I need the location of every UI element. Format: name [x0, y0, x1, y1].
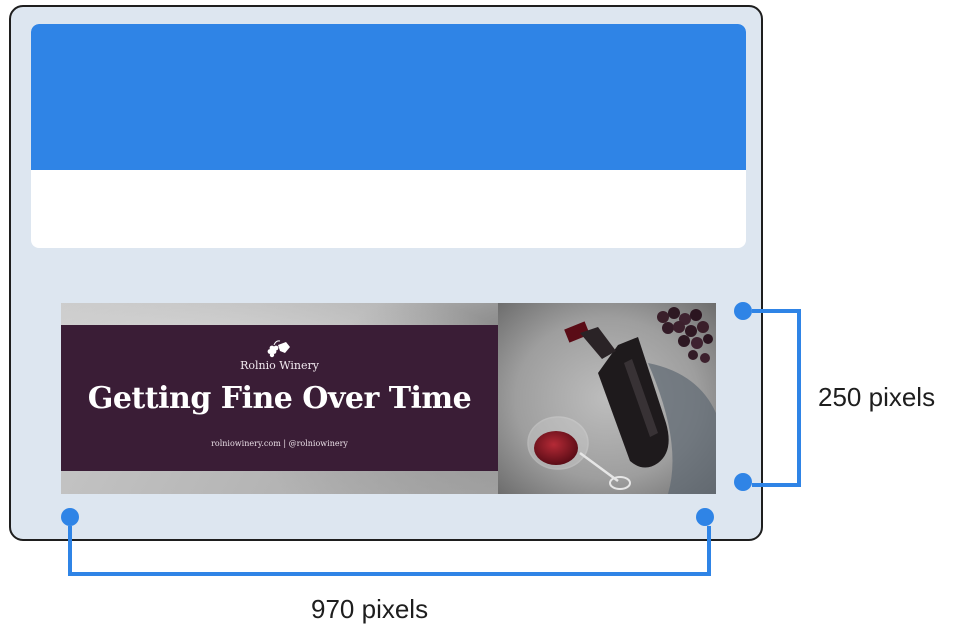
diagram-canvas: Rolnio Winery Getting Fine Over Time rol…	[0, 0, 977, 634]
ad-contact-line: rolniowinery.com | @rolniowinery	[211, 439, 348, 448]
ad-headline: Getting Fine Over Time	[87, 381, 472, 416]
width-bracket	[68, 526, 711, 576]
height-dimension-label: 250 pixels	[818, 382, 936, 412]
brand-name: Rolnio Winery	[240, 359, 319, 372]
height-bracket	[752, 309, 801, 487]
width-right-marker	[696, 508, 714, 526]
page-header-card	[31, 24, 746, 248]
width-dimension-label: 970 pixels	[311, 594, 429, 624]
wine-bottle-photo	[498, 303, 716, 494]
device-frame: Rolnio Winery Getting Fine Over Time rol…	[9, 5, 763, 541]
leaderboard-banner-ad[interactable]: Rolnio Winery Getting Fine Over Time rol…	[61, 303, 716, 494]
ad-text-panel: Rolnio Winery Getting Fine Over Time rol…	[61, 325, 498, 471]
grape-cluster-icon	[267, 340, 290, 358]
width-left-marker	[61, 508, 79, 526]
page-header-bar	[31, 24, 746, 170]
height-bottom-marker	[734, 473, 752, 491]
height-top-marker	[734, 302, 752, 320]
